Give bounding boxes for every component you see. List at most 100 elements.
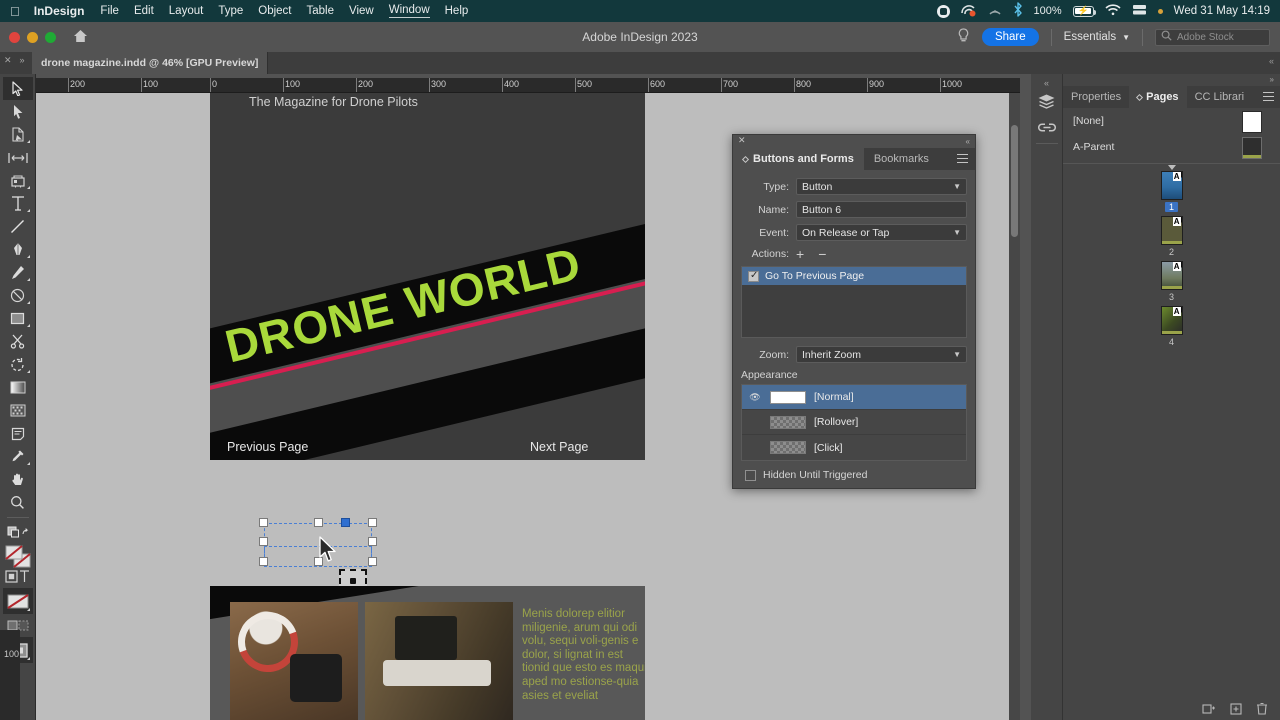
parent-thumbnail-none[interactable]: [1242, 111, 1262, 133]
home-icon[interactable]: [73, 29, 88, 46]
canvas-vertical-scrollbar[interactable]: [1009, 93, 1020, 720]
ellipse-frame-tool[interactable]: [3, 284, 33, 307]
hand-tool[interactable]: [3, 468, 33, 491]
handle-bottom-left[interactable]: [259, 557, 268, 566]
hidden-until-triggered-row[interactable]: Hidden Until Triggered: [741, 461, 967, 481]
menubar-clock[interactable]: Wed 31 May 14:19: [1174, 5, 1270, 17]
pen-tool[interactable]: [3, 238, 33, 261]
hidden-until-triggered-checkbox[interactable]: [745, 469, 756, 481]
selected-button-frame[interactable]: [259, 518, 377, 567]
page-thumbnail[interactable]: A: [1160, 306, 1183, 335]
content-collector-tool[interactable]: [3, 169, 33, 192]
zoom-tool[interactable]: [3, 491, 33, 514]
plus-icon[interactable]: +: [796, 247, 804, 261]
buttons-and-forms-panel[interactable]: ✕ « Buttons and Forms Bookmarks Type: Bu…: [732, 134, 976, 489]
airdrop-icon[interactable]: [988, 3, 1002, 20]
previous-page-button-text[interactable]: Previous Page: [227, 440, 308, 454]
selection-tool[interactable]: [2, 77, 33, 100]
panel-collapse-left[interactable]: ✕ »: [4, 55, 25, 66]
menu-table[interactable]: Table: [307, 5, 335, 17]
delete-page-icon[interactable]: [1256, 702, 1268, 718]
wifi-icon[interactable]: [1105, 3, 1121, 19]
page-thumbnail-item[interactable]: A 1: [1063, 165, 1280, 212]
actions-list[interactable]: Go To Previous Page: [741, 266, 967, 338]
gap-tool[interactable]: [3, 146, 33, 169]
appearance-state-rollover[interactable]: [Rollover]: [742, 410, 966, 435]
page-thumbnail[interactable]: A: [1160, 216, 1183, 245]
handle-top-right-active[interactable]: [341, 518, 350, 527]
line-tool[interactable]: [3, 215, 33, 238]
page-thumbnail-item[interactable]: A 3: [1063, 261, 1280, 302]
panel-title-bar[interactable]: ✕ «: [733, 135, 975, 148]
type-dropdown[interactable]: Button ▼: [796, 178, 967, 195]
appearance-state-normal[interactable]: 👁 [Normal]: [742, 385, 966, 410]
handle-top-center[interactable]: [314, 518, 323, 527]
menu-type[interactable]: Type: [218, 5, 243, 17]
gradient-feather-tool[interactable]: [3, 399, 33, 422]
screen-record-icon[interactable]: [936, 4, 950, 18]
new-page-icon[interactable]: [1230, 702, 1242, 718]
panel-menu-icon[interactable]: [1263, 92, 1274, 103]
eyedropper-tool[interactable]: [3, 445, 33, 468]
formatting-affects-container-icon[interactable]: [3, 565, 33, 588]
zoom-dropdown[interactable]: Inherit Zoom ▼: [796, 346, 967, 363]
parent-page-a[interactable]: A-Parent: [1063, 134, 1280, 160]
tab-buttons-and-forms[interactable]: Buttons and Forms: [733, 148, 864, 170]
page-1-artboard[interactable]: The Magazine for Drone Pilots DRONE WORL…: [210, 93, 645, 460]
share-button[interactable]: Share: [981, 28, 1039, 46]
expand-panel-icon[interactable]: »: [1270, 75, 1274, 84]
workspace-switcher[interactable]: Essentials ▼: [1064, 31, 1130, 43]
next-page-button-text[interactable]: Next Page: [530, 440, 588, 454]
menu-object[interactable]: Object: [258, 5, 291, 17]
display-icon[interactable]: [1132, 3, 1147, 19]
type-tool[interactable]: [3, 192, 33, 215]
tab-bookmarks[interactable]: Bookmarks: [864, 148, 939, 170]
appearance-list[interactable]: 👁 [Normal] [Rollover] [Click]: [741, 384, 967, 461]
tab-properties[interactable]: Properties: [1063, 86, 1129, 108]
handle-top-right[interactable]: [368, 518, 377, 527]
page-thumbnail-item[interactable]: A 4: [1063, 306, 1280, 347]
parent-thumbnail-a[interactable]: [1242, 137, 1262, 159]
action-checkbox[interactable]: [748, 270, 759, 282]
close-icon[interactable]: ✕: [738, 136, 746, 145]
pencil-tool[interactable]: [3, 261, 33, 284]
horizontal-ruler[interactable]: 200 100 0 100 200 300 400 500 600 700 80…: [36, 78, 1020, 93]
apply-none-swatch-icon[interactable]: [2, 588, 33, 614]
event-dropdown[interactable]: On Release or Tap ▼: [796, 224, 967, 241]
minus-icon[interactable]: −: [818, 247, 826, 261]
panel-menu-icon[interactable]: [957, 154, 968, 165]
free-transform-tool[interactable]: [3, 353, 33, 376]
menu-file[interactable]: File: [100, 5, 119, 17]
window-zoom-button[interactable]: [45, 31, 56, 43]
panel-collapse-right[interactable]: «: [1269, 56, 1274, 66]
collapse-panel-icon[interactable]: «: [966, 137, 970, 146]
tab-pages[interactable]: Pages: [1129, 86, 1187, 108]
collapse-dock-icon[interactable]: «: [1031, 74, 1062, 88]
rectangle-tool[interactable]: [3, 307, 33, 330]
fill-stroke-swatches[interactable]: [4, 545, 31, 568]
page-tool[interactable]: [3, 123, 33, 146]
parent-page-none[interactable]: [None]: [1063, 108, 1280, 134]
note-tool[interactable]: [3, 422, 33, 445]
page-2-artboard[interactable]: Menis dolorep elitior miligenie, arum qu…: [210, 586, 645, 720]
links-icon[interactable]: [1031, 114, 1062, 140]
menu-help[interactable]: Help: [445, 5, 469, 17]
menu-layout[interactable]: Layout: [169, 5, 204, 17]
pages-thumbnail-list[interactable]: A 1 A 2 A 3 A 4: [1063, 165, 1280, 347]
adobe-stock-search[interactable]: Adobe Stock: [1155, 28, 1270, 46]
page-thumbnail[interactable]: A: [1160, 261, 1183, 290]
menu-edit[interactable]: Edit: [134, 5, 154, 17]
layers-icon[interactable]: [1031, 88, 1062, 114]
scrollbar-thumb[interactable]: [1011, 125, 1018, 237]
name-input[interactable]: Button 6: [796, 201, 967, 218]
eye-icon[interactable]: 👁: [748, 392, 762, 403]
document-tab[interactable]: drone magazine.indd @ 46% [GPU Preview]: [32, 52, 269, 74]
gradient-swatch-tool[interactable]: [3, 376, 33, 399]
pages-panel[interactable]: » Properties Pages CC Librari [None] A-P…: [1063, 74, 1280, 720]
window-minimize-button[interactable]: [27, 31, 38, 43]
handle-top-left[interactable]: [259, 518, 268, 527]
page-thumbnail[interactable]: A: [1160, 171, 1183, 200]
direct-selection-tool[interactable]: [3, 100, 33, 123]
apple-logo-icon[interactable]: : [10, 5, 20, 18]
edit-page-size-icon[interactable]: [1202, 703, 1216, 718]
